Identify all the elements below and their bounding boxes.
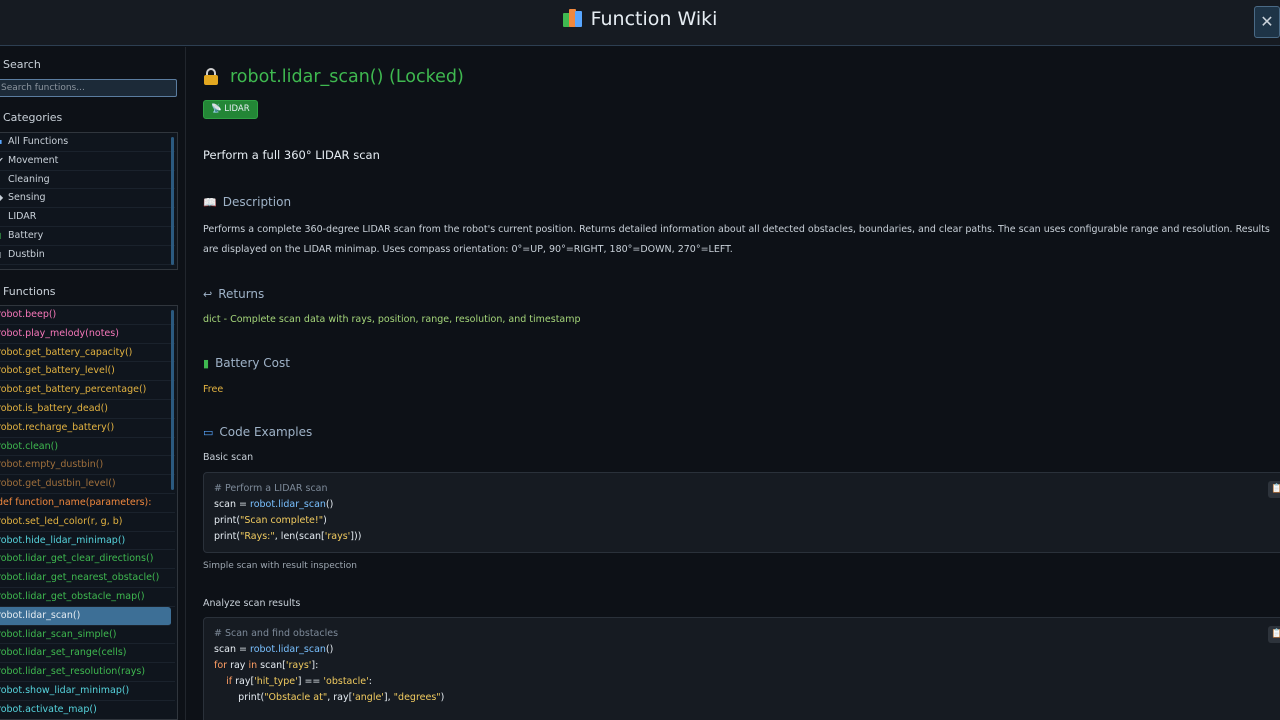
function-list-item[interactable]: robot.hide_lidar_minimap(): [0, 532, 175, 551]
clipboard-icon: 📋: [1271, 484, 1280, 494]
function-list-item[interactable]: robot.get_battery_level(): [0, 362, 175, 382]
clipboard-icon: 📋: [1271, 629, 1280, 639]
dustbin-icon: ▯: [0, 246, 5, 264]
function-list[interactable]: robot.beep() robot.play_melody(notes) robo…: [0, 305, 178, 720]
function-list-item[interactable]: robot.set_led_color(r, g, b): [0, 513, 175, 532]
main-content: robot.lidar_scan() (Locked) 📡 LIDAR Perf…: [187, 47, 1280, 720]
function-summary: Perform a full 360° LIDAR scan: [203, 148, 380, 162]
copy-code-button[interactable]: 📋: [1268, 481, 1280, 498]
function-list-item[interactable]: robot.lidar_get_nearest_obstacle(): [0, 569, 175, 588]
function-list-item[interactable]: robot.activate_map(): [0, 701, 175, 719]
function-title: robot.lidar_scan() (Locked): [204, 67, 464, 87]
function-list-item[interactable]: robot.recharge_battery(): [0, 419, 175, 438]
copy-code-button[interactable]: 📋: [1268, 626, 1280, 643]
code-block: # Perform a LIDAR scan scan = robot.lida…: [203, 472, 1280, 553]
function-list-item[interactable]: robot.show_lidar_minimap(): [0, 682, 175, 701]
example-note: Simple scan with result inspection: [203, 561, 357, 571]
battery-icon: ▮: [203, 357, 210, 370]
code-line: # Perform a LIDAR scan: [214, 483, 328, 494]
lock-icon: [204, 68, 218, 85]
function-list-item[interactable]: robot.lidar_scan(): [0, 606, 171, 626]
code-line: scan = robot.lidar_scan(): [214, 499, 334, 510]
close-icon: ✕: [1260, 12, 1274, 31]
code-line: for ray in scan['rays']:: [214, 660, 319, 671]
function-list-item[interactable]: robot.get_dustbin_level(): [0, 475, 175, 494]
battery-cost-value: Free: [203, 384, 224, 395]
description-text: Performs a complete 360-degree LIDAR sca…: [203, 224, 1270, 255]
category-item-sensing[interactable]: ◆ Sensing: [0, 189, 175, 209]
function-list-item[interactable]: robot.empty_dustbin(): [0, 456, 175, 476]
category-badge[interactable]: 📡 LIDAR: [203, 100, 258, 119]
code-block: # Scan and find obstacles scan = robot.l…: [203, 617, 1280, 720]
function-title-text: robot.lidar_scan() (Locked): [230, 67, 464, 87]
function-list-item[interactable]: robot.get_battery_capacity(): [0, 344, 175, 363]
top-bar: Function Wiki ✕: [0, 0, 1280, 46]
category-item-all-functions[interactable]: ▪ All Functions: [0, 133, 175, 152]
close-button[interactable]: ✕: [1254, 6, 1280, 38]
code-line: if ray['hit_type'] == 'obstacle':: [226, 676, 372, 687]
code-line: print("Rays:", len(scan['rays'])): [214, 531, 362, 542]
code-examples-heading: ▭ Code Examples: [203, 425, 313, 439]
function-list-item[interactable]: robot.lidar_get_obstacle_map(): [0, 588, 175, 607]
sensing-icon: ◆: [0, 189, 5, 207]
battery-icon: ▮: [0, 227, 5, 245]
function-list-item[interactable]: robot.lidar_set_resolution(rays): [0, 663, 175, 682]
returns-heading: ↩ Returns: [203, 287, 265, 301]
category-item-battery[interactable]: ▮ Battery: [0, 227, 175, 246]
category-item-cleaning[interactable]: Cleaning: [0, 171, 175, 190]
function-list-item[interactable]: robot.get_battery_percentage(): [0, 381, 175, 400]
movement-icon: ✔: [0, 152, 5, 170]
description-heading: 📖 Description: [203, 195, 292, 209]
window-title-text: Function Wiki: [590, 8, 718, 30]
books-icon: [562, 9, 585, 27]
search-section-title: Search: [3, 58, 41, 71]
sidebar: Search Categories ▪ All Functions ✔ Move…: [0, 47, 186, 720]
code-line: print("Obstacle at", ray['angle'], "degr…: [214, 692, 445, 703]
categories-section-title: Categories: [3, 111, 63, 124]
function-list-item[interactable]: robot.clean(): [0, 438, 175, 457]
function-list-item[interactable]: robot.is_battery_dead(): [0, 400, 175, 419]
window-title: Function Wiki: [0, 8, 1280, 30]
category-item-dustbin[interactable]: ▯ Dustbin: [0, 246, 175, 265]
function-list-item[interactable]: def function_name(parameters):: [0, 494, 175, 513]
functions-section-title: Functions: [3, 285, 56, 298]
example-label: Basic scan: [203, 452, 254, 463]
code-line: print("Scan complete!"): [214, 515, 327, 526]
function-list-item[interactable]: robot.play_melody(notes): [0, 325, 175, 344]
category-list[interactable]: ▪ All Functions ✔ Movement Cleaning ◆ Se…: [0, 132, 178, 270]
function-list-item[interactable]: robot.beep(): [0, 306, 175, 325]
function-list-item[interactable]: robot.lidar_set_range(cells): [0, 644, 175, 664]
return-arrow-icon: ↩: [203, 288, 213, 301]
returns-text: dict - Complete scan data with rays, pos…: [203, 314, 581, 325]
category-scrollbar[interactable]: [171, 137, 174, 265]
search-input[interactable]: [0, 79, 177, 97]
code-line: scan = robot.lidar_scan(): [214, 644, 334, 655]
function-scrollbar[interactable]: [171, 310, 174, 490]
book-icon: 📖: [203, 196, 217, 209]
all-functions-icon: ▪: [0, 133, 5, 151]
category-item-lidar[interactable]: LIDAR: [0, 208, 175, 227]
function-list-item[interactable]: robot.lidar_scan_simple(): [0, 626, 175, 645]
code-line: # Scan and find obstacles: [214, 628, 339, 639]
category-item-movement[interactable]: ✔ Movement: [0, 152, 175, 171]
function-list-item[interactable]: robot.lidar_get_clear_directions(): [0, 550, 175, 570]
laptop-icon: ▭: [203, 426, 214, 439]
battery-cost-heading: ▮ Battery Cost: [203, 356, 290, 370]
example-label: Analyze scan results: [203, 598, 301, 609]
